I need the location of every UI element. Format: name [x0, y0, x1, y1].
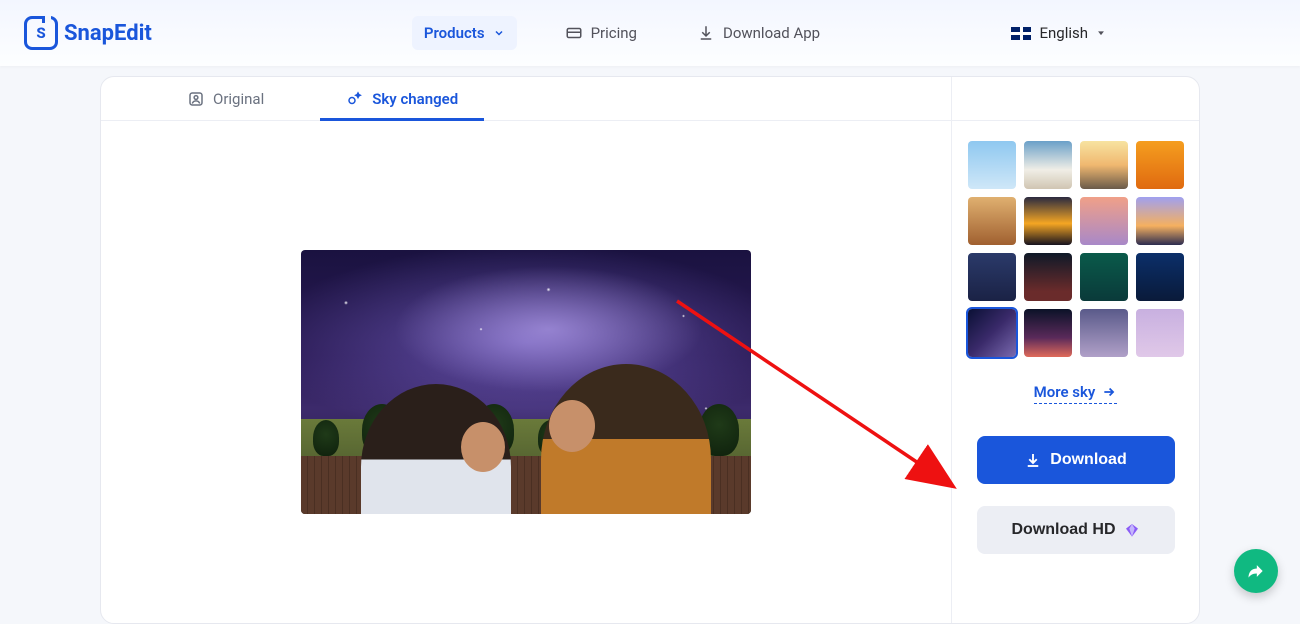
caret-down-icon [1096, 28, 1106, 38]
download-icon [697, 24, 715, 42]
nav-pricing[interactable]: Pricing [553, 16, 649, 50]
main-nav: Products Pricing Download App [412, 16, 832, 50]
sky-thumb-0[interactable] [968, 141, 1016, 189]
download-label: Download [1050, 451, 1126, 469]
uk-flag-icon [1011, 27, 1031, 40]
download-hd-label: Download HD [1012, 521, 1116, 539]
sky-thumb-4[interactable] [968, 197, 1016, 245]
brand-name: SnapEdit [64, 21, 152, 46]
language-selector[interactable]: English [1011, 24, 1276, 42]
sky-thumb-6[interactable] [1080, 197, 1128, 245]
logo-badge-icon: S [24, 16, 58, 50]
sky-thumb-3[interactable] [1136, 141, 1184, 189]
brand-logo[interactable]: S SnapEdit [24, 16, 152, 50]
diamond-icon [1124, 522, 1140, 538]
preview-area [101, 77, 951, 623]
app-header: S SnapEdit Products Pricing Download App… [0, 0, 1300, 66]
sky-thumb-14[interactable] [1080, 309, 1128, 357]
sky-thumb-13[interactable] [1024, 309, 1072, 357]
pricing-icon [565, 24, 583, 42]
more-sky-link[interactable]: More sky [1034, 383, 1118, 404]
download-button[interactable]: Download [977, 436, 1175, 484]
language-label: English [1039, 24, 1088, 42]
sky-thumb-5[interactable] [1024, 197, 1072, 245]
sky-thumb-11[interactable] [1136, 253, 1184, 301]
nav-download-app-label: Download App [723, 24, 820, 42]
nav-products[interactable]: Products [412, 16, 517, 50]
sky-thumb-10[interactable] [1080, 253, 1128, 301]
sky-thumb-12[interactable] [968, 309, 1016, 357]
nav-products-label: Products [424, 24, 485, 42]
sky-thumb-9[interactable] [1024, 253, 1072, 301]
arrow-right-icon [1101, 385, 1117, 399]
share-fab[interactable] [1234, 549, 1278, 593]
more-sky-label: More sky [1034, 383, 1096, 401]
sky-thumbnails [968, 141, 1184, 357]
chevron-down-icon [493, 27, 505, 39]
editor-panel: Original Sky changed [100, 76, 1200, 624]
sky-sidebar: More sky Download Download HD [951, 77, 1199, 623]
download-icon [1024, 451, 1042, 469]
download-hd-button[interactable]: Download HD [977, 506, 1175, 554]
sky-thumb-7[interactable] [1136, 197, 1184, 245]
sky-thumb-1[interactable] [1024, 141, 1072, 189]
sky-thumb-8[interactable] [968, 253, 1016, 301]
nav-pricing-label: Pricing [591, 24, 637, 42]
sky-thumb-2[interactable] [1080, 141, 1128, 189]
sky-thumb-15[interactable] [1136, 309, 1184, 357]
nav-download-app[interactable]: Download App [685, 16, 832, 50]
preview-image[interactable] [301, 250, 751, 514]
share-icon [1246, 561, 1266, 581]
